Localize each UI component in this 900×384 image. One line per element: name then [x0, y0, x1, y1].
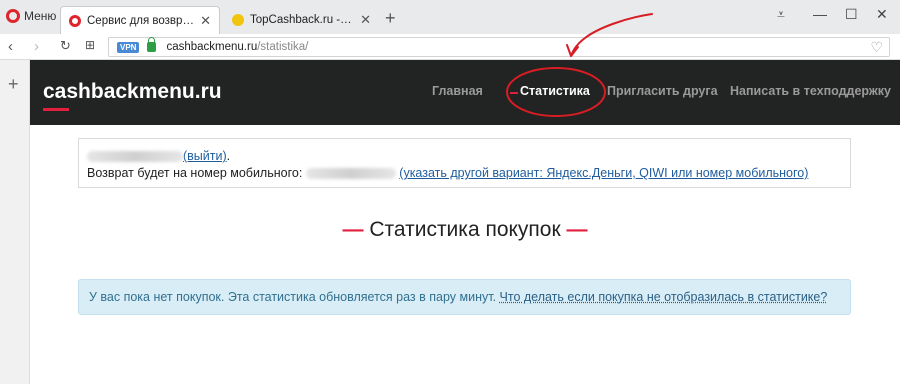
- browser-sidebar: +: [0, 60, 30, 384]
- no-purchases-alert: У вас пока нет покупок. Эта статистика о…: [78, 279, 851, 315]
- user-line: (выйти).: [87, 148, 842, 165]
- new-tab-icon[interactable]: +: [385, 8, 396, 29]
- logout-suffix: .: [226, 149, 231, 163]
- add-sidebar-icon[interactable]: +: [8, 74, 19, 95]
- address-bar: ‹ › ↻ ⊞ VPN cashbackmenu.ru/statistika/ …: [0, 34, 900, 60]
- redacted-phone: [305, 168, 396, 180]
- url-path: /statistika/: [257, 41, 309, 53]
- redacted-username: [87, 151, 183, 163]
- title-dash-right: —: [566, 218, 588, 241]
- user-info-box: (выйти). Возврат будет на номер мобильно…: [78, 138, 851, 188]
- maximize-icon[interactable]: ☐: [845, 6, 858, 23]
- window-close-icon[interactable]: ✕: [876, 6, 888, 23]
- change-payout-link[interactable]: (указать другой вариант: Яндекс.Деньги, …: [399, 166, 808, 180]
- missing-purchase-help-link[interactable]: Что делать если покупка не отобразилась …: [500, 290, 828, 304]
- tab-title: TopCashback.ru - Топ лучш: [250, 14, 354, 26]
- tab-cashbackmenu[interactable]: Сервис для возврата кэш ✕: [60, 6, 220, 34]
- tab-title: Сервис для возврата кэш: [87, 14, 194, 27]
- opera-logo-icon: [6, 9, 20, 23]
- logo-underline: [43, 108, 69, 111]
- tab-topcashback[interactable]: TopCashback.ru - Топ лучш ✕: [224, 6, 379, 34]
- opera-menu-button[interactable]: Меню: [6, 9, 56, 23]
- url-host: cashbackmenu.ru: [166, 41, 258, 53]
- minimize-icon[interactable]: —: [813, 6, 827, 22]
- close-icon[interactable]: ✕: [200, 13, 211, 29]
- reload-icon[interactable]: ↻: [60, 38, 71, 54]
- refund-label: Возврат будет на номер мобильного:: [87, 166, 303, 180]
- nav-home[interactable]: Главная: [432, 84, 483, 98]
- nav-statistics[interactable]: Статистика: [520, 84, 590, 98]
- title-dash-left: —: [342, 218, 364, 241]
- forward-icon[interactable]: ›: [34, 38, 39, 55]
- lock-icon[interactable]: [147, 37, 157, 52]
- site-logo[interactable]: cashbackmenu.ru: [43, 80, 222, 104]
- tab-menu-icon[interactable]: ⩡: [777, 6, 785, 23]
- nav-active-dash: [510, 92, 518, 94]
- nav-invite-friend[interactable]: Пригласить друга: [607, 84, 718, 98]
- vpn-badge[interactable]: VPN: [117, 41, 140, 53]
- site-header: cashbackmenu.ru Главная Статистика Пригл…: [30, 60, 900, 125]
- back-icon[interactable]: ‹: [8, 38, 13, 55]
- page-title-text: Статистика покупок: [369, 218, 561, 241]
- nav-support[interactable]: Написать в техподдержку: [730, 84, 891, 98]
- speed-dial-icon[interactable]: ⊞: [85, 38, 95, 52]
- logout-link[interactable]: (выйти): [183, 149, 227, 163]
- lock-favicon-icon: [232, 14, 244, 26]
- close-icon[interactable]: ✕: [360, 12, 371, 28]
- alert-text: У вас пока нет покупок. Эта статистика о…: [89, 290, 497, 304]
- opera-menu-label: Меню: [24, 9, 57, 23]
- page-title: — Статистика покупок —: [30, 218, 900, 242]
- refund-line: Возврат будет на номер мобильного: (указ…: [87, 165, 842, 182]
- bookmark-heart-icon[interactable]: ♡: [870, 39, 883, 56]
- opera-favicon-icon: [69, 14, 81, 27]
- browser-tab-bar: Меню Сервис для возврата кэш ✕ TopCashba…: [0, 0, 900, 34]
- url-input[interactable]: VPN cashbackmenu.ru/statistika/ ♡: [108, 37, 890, 57]
